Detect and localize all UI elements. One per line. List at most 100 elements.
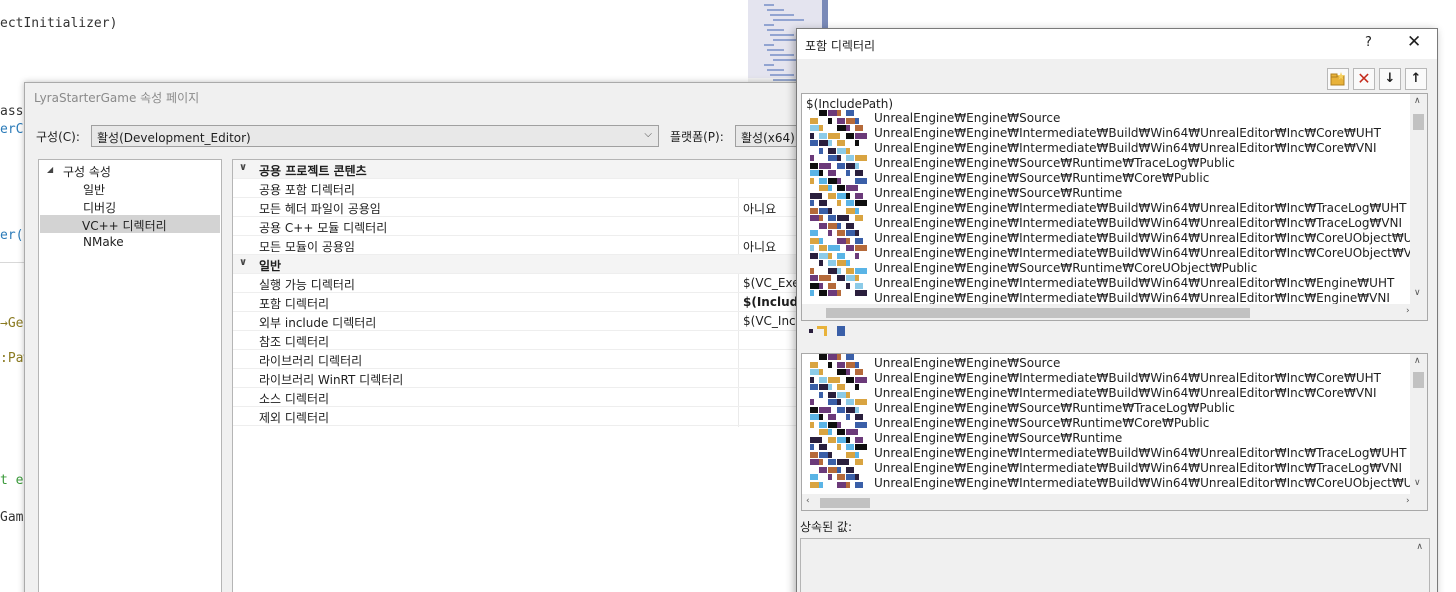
code-line[interactable]: ectInitializer)	[0, 16, 117, 31]
directory-list-item[interactable]: UnrealEngine₩Engine₩Intermediate₩Build₩W…	[874, 246, 1424, 261]
scroll-left-arrow-icon[interactable]: ‹	[806, 496, 810, 506]
grid-row-library-dirs[interactable]: 라이브러리 디렉터리	[233, 350, 831, 369]
mosaic-pixel	[819, 177, 827, 184]
scrollbar-thumb[interactable]	[826, 308, 1250, 318]
code-line[interactable]: ass	[0, 104, 23, 119]
mosaic-pixel	[810, 399, 814, 405]
directory-list-item[interactable]: UnrealEngine₩Engine₩Intermediate₩Build₩W…	[874, 126, 1381, 141]
mosaic-pixel	[837, 185, 845, 191]
configuration-select[interactable]: 활성(Development_Editor) ⌵	[91, 125, 659, 147]
property-grid: ∨ 공용 프로젝트 콘텐츠 공용 포함 디렉터리 모든 헤더 파일이 공용임 아…	[232, 159, 832, 592]
directory-list-item[interactable]: UnrealEngine₩Engine₩Intermediate₩Build₩W…	[874, 476, 1427, 491]
grid-row-public-include-dirs[interactable]: 공용 포함 디렉터리	[233, 179, 831, 198]
mosaic-pixel	[846, 466, 854, 473]
grid-row-include-dirs[interactable]: 포함 디렉터리 $(Include	[233, 293, 831, 312]
dialog-titlebar[interactable]: 포함 디렉터리 ? ✕	[797, 29, 1437, 59]
move-up-button[interactable]: ↑	[1405, 68, 1427, 90]
grid-category-public-content[interactable]: ∨ 공용 프로젝트 콘텐츠	[233, 160, 831, 179]
grid-category-general[interactable]: ∨ 일반	[233, 255, 831, 274]
directory-list-item[interactable]: UnrealEngine₩Engine₩Intermediate₩Build₩W…	[874, 216, 1402, 231]
directory-list-item[interactable]: UnrealEngine₩Engine₩Source₩Runtime₩Trace…	[874, 156, 1235, 171]
list-header-line[interactable]: $(IncludePath)	[806, 97, 893, 111]
directory-list-item[interactable]: UnrealEngine₩Engine₩Intermediate₩Build₩W…	[874, 201, 1406, 216]
scrollbar-thumb[interactable]	[1413, 372, 1424, 388]
property-value: 아니요	[743, 202, 777, 216]
redacted-path-prefix-pixels	[810, 354, 867, 494]
grid-row-source-dirs[interactable]: 소스 디렉터리	[233, 388, 831, 407]
mosaic-pixel	[828, 252, 832, 259]
mosaic-pixel	[819, 170, 823, 176]
move-down-button[interactable]: ↓	[1379, 68, 1401, 90]
directory-list-item[interactable]: UnrealEngine₩Engine₩Source	[874, 111, 1060, 126]
scroll-up-arrow-icon[interactable]: ∧	[1414, 96, 1421, 106]
scrollbar-thumb[interactable]	[820, 498, 870, 508]
vertical-scrollbar[interactable]: ∧ ∨	[1410, 94, 1427, 304]
delete-line-button[interactable]: ✕	[1353, 68, 1375, 90]
directory-list-item[interactable]: UnrealEngine₩Engine₩Source₩Runtime	[874, 186, 1122, 201]
directory-list-item[interactable]: UnrealEngine₩Engine₩Intermediate₩Build₩W…	[874, 461, 1402, 476]
mosaic-pixel	[828, 192, 836, 199]
scrollbar-thumb[interactable]	[1413, 114, 1424, 130]
inherited-values-list[interactable]: ∧	[800, 538, 1430, 592]
chevron-down-icon[interactable]: ∨	[239, 162, 247, 173]
directory-list-item[interactable]: UnrealEngine₩Engine₩Source	[874, 356, 1060, 371]
scroll-right-arrow-icon[interactable]: ›	[1406, 306, 1410, 316]
grid-row-public-cpp-module-dirs[interactable]: 공용 C++ 모듈 디렉터리	[233, 217, 831, 236]
evaluated-value-list[interactable]: UnrealEngine₩Engine₩Source UnrealEngine₩E…	[801, 353, 1428, 511]
mosaic-pixel	[846, 132, 854, 139]
directory-list-item[interactable]: UnrealEngine₩Engine₩Source₩Runtime	[874, 431, 1122, 446]
directory-list-item[interactable]: UnrealEngine₩Engine₩Intermediate₩Build₩W…	[874, 386, 1377, 401]
grid-row-external-include-dirs[interactable]: 외부 include 디렉터리 $(VC_Inclu	[233, 312, 831, 331]
mosaic-pixel	[846, 282, 850, 289]
mosaic-pixel	[855, 406, 859, 413]
expand-triangle-icon[interactable]: ◢	[47, 165, 53, 174]
mosaic-pixel	[819, 414, 823, 420]
horizontal-scrollbar[interactable]: ‹ ›	[802, 494, 1427, 510]
mosaic-pixel	[855, 132, 867, 139]
grid-row-reference-dirs[interactable]: 참조 디렉터리	[233, 331, 831, 350]
chevron-down-icon[interactable]: ∨	[239, 257, 247, 268]
tree-item-debugging[interactable]: 디버깅	[83, 199, 116, 216]
tree-item-nmake[interactable]: NMake	[83, 235, 124, 249]
mosaic-pixel	[819, 200, 827, 206]
close-button[interactable]: ✕	[1407, 32, 1421, 52]
mosaic-pixel	[837, 110, 841, 116]
directory-list-item[interactable]: UnrealEngine₩Engine₩Source₩Runtime₩Core₩…	[874, 171, 1209, 186]
grid-row-executable-dirs[interactable]: 실행 가능 디렉터리 $(VC_Exec	[233, 274, 831, 293]
scroll-down-arrow-icon[interactable]: ∨	[1414, 478, 1421, 488]
mosaic-pixel	[846, 399, 854, 405]
mosaic-pixel	[828, 170, 836, 176]
vertical-scrollbar[interactable]: ∧ ∨	[1410, 354, 1427, 494]
code-line[interactable]: Gam	[0, 510, 23, 525]
mosaic-pixel	[855, 399, 867, 405]
grid-row-all-headers-public[interactable]: 모든 헤더 파일이 공용임 아니요	[233, 198, 831, 217]
mosaic-pixel	[828, 140, 832, 146]
mosaic-pixel	[828, 429, 832, 435]
mosaic-pixel	[837, 155, 841, 161]
directory-list-item[interactable]: UnrealEngine₩Engine₩Intermediate₩Build₩W…	[874, 446, 1406, 461]
grid-row-exclude-dirs[interactable]: 제외 디렉터리	[233, 407, 831, 426]
mosaic-pixel	[819, 406, 831, 413]
minimap-line	[770, 54, 794, 56]
directory-list-item[interactable]: UnrealEngine₩Engine₩Source₩Runtime₩Trace…	[874, 401, 1235, 416]
new-line-button[interactable]	[1327, 68, 1349, 90]
directory-list-item[interactable]: UnrealEngine₩Engine₩Intermediate₩Build₩W…	[874, 141, 1377, 156]
directory-list-item[interactable]: UnrealEngine₩Engine₩Intermediate₩Build₩W…	[874, 276, 1394, 291]
tree-item-vc-directories[interactable]: VC++ 디렉터리	[40, 215, 220, 233]
scroll-up-arrow-icon[interactable]: ∧	[1416, 542, 1423, 552]
help-button[interactable]: ?	[1365, 35, 1372, 50]
scroll-down-arrow-icon[interactable]: ∨	[1414, 288, 1421, 298]
directory-list-item[interactable]: UnrealEngine₩Engine₩Source₩Runtime₩Core₩…	[874, 416, 1209, 431]
grid-row-all-modules-public[interactable]: 모든 모듈이 공용임 아니요	[233, 236, 831, 255]
mosaic-pixel	[810, 444, 814, 450]
directory-list-item[interactable]: UnrealEngine₩Engine₩Intermediate₩Build₩W…	[874, 371, 1381, 386]
grid-row-library-winrt-dirs[interactable]: 라이브러리 WinRT 디렉터리	[233, 369, 831, 388]
scroll-right-arrow-icon[interactable]: ›	[1406, 496, 1410, 506]
horizontal-scrollbar[interactable]: ›	[802, 304, 1427, 320]
include-directories-dialog: 포함 디렉터리 ? ✕ ✕ ↓ ↑ $(IncludePath) UnrealE…	[796, 28, 1438, 592]
directory-edit-list[interactable]: $(IncludePath) UnrealEngine₩Engine₩Sourc…	[801, 93, 1428, 321]
directory-list-item[interactable]: UnrealEngine₩Engine₩Source₩Runtime₩CoreU…	[874, 261, 1257, 276]
tree-item-general[interactable]: 일반	[83, 181, 105, 198]
directory-list-item[interactable]: UnrealEngine₩Engine₩Intermediate₩Build₩W…	[874, 231, 1427, 246]
scroll-up-arrow-icon[interactable]: ∧	[1414, 356, 1421, 366]
